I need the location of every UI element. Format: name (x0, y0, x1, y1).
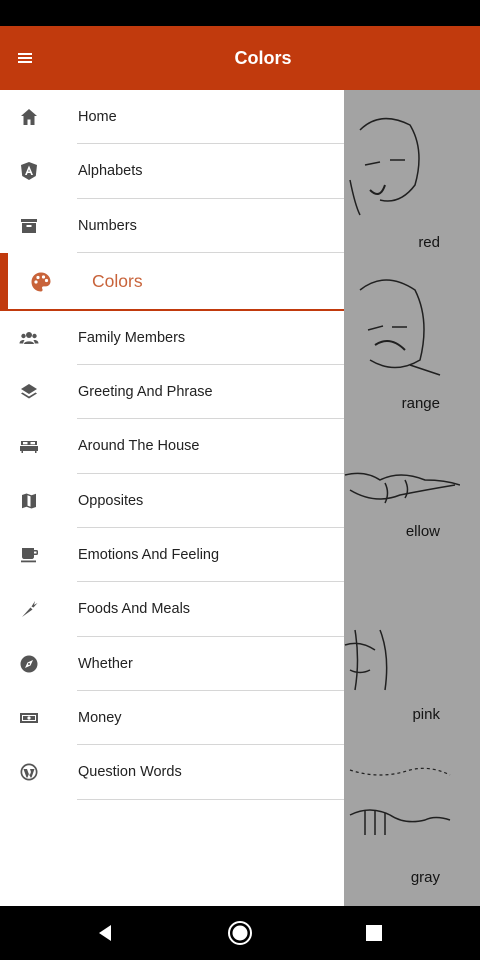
page-title: Colors (234, 48, 292, 68)
drawer-item-opposites[interactable]: Opposites (0, 474, 344, 529)
drawer-item-emotions-and-feeling[interactable]: Emotions And Feeling (0, 528, 344, 583)
drawer-item-greeting-and-phrase[interactable]: Greeting And Phrase (0, 365, 344, 420)
compass-icon (19, 654, 39, 674)
home-button-icon[interactable] (227, 920, 253, 946)
drawer-item-label: Home (78, 109, 117, 125)
app-bar: Colors (0, 26, 480, 90)
drawer-item-family-members[interactable]: Family Members (0, 311, 344, 366)
drawer-item-label: Around The House (78, 438, 200, 455)
system-navigation-bar (0, 906, 480, 960)
drawer-item-label: Emotions And Feeling (78, 547, 220, 564)
drawer-item-alphabets[interactable]: Alphabets (0, 144, 344, 199)
drawer-item-whether[interactable]: Whether (0, 637, 344, 691)
group-icon (19, 328, 39, 348)
back-icon[interactable] (93, 920, 119, 946)
drawer-item-label: Numbers (78, 217, 137, 234)
drawer-item-label: Money (78, 709, 122, 726)
home-icon (19, 107, 39, 127)
map-icon (19, 491, 39, 511)
drawer-item-money[interactable]: Money (0, 691, 344, 746)
drawer-item-label: Whether (78, 655, 133, 672)
drawer-item-colors[interactable]: Colors (0, 252, 344, 311)
money-icon (19, 708, 39, 728)
drawer-item-label: Question Words (78, 764, 182, 781)
archive-icon (19, 216, 39, 236)
drawer-item-around-the-house[interactable]: Around The House (0, 419, 344, 474)
navigation-drawer: Home Alphabets Numbers Colors Family Mem… (0, 90, 344, 906)
cup-icon (19, 545, 39, 565)
divider (77, 798, 344, 800)
drawer-item-label: Colors (92, 270, 143, 291)
palette-icon (30, 271, 52, 293)
drawer-item-label: Opposites (78, 492, 144, 509)
drawer-item-question-words[interactable]: Question Words (0, 745, 344, 800)
drawer-item-label: Alphabets (78, 163, 143, 180)
drawer-item-numbers[interactable]: Numbers (0, 199, 344, 253)
recents-icon[interactable] (361, 920, 387, 946)
drawer-item-label: Greeting And Phrase (78, 384, 213, 401)
drawer-item-foods-and-meals[interactable]: Foods And Meals (0, 582, 344, 637)
carrot-icon (19, 599, 39, 619)
bed-icon (19, 436, 39, 456)
status-bar (0, 0, 480, 26)
layers-icon (19, 382, 39, 402)
drawer-item-label: Family Members (78, 329, 186, 346)
wordpress-icon (19, 762, 39, 782)
drawer-item-home[interactable]: Home (0, 90, 344, 145)
drawer-list: Home Alphabets Numbers Colors Family Mem… (0, 90, 344, 800)
angular-icon (19, 161, 39, 181)
drawer-item-label: Foods And Meals (78, 601, 191, 618)
